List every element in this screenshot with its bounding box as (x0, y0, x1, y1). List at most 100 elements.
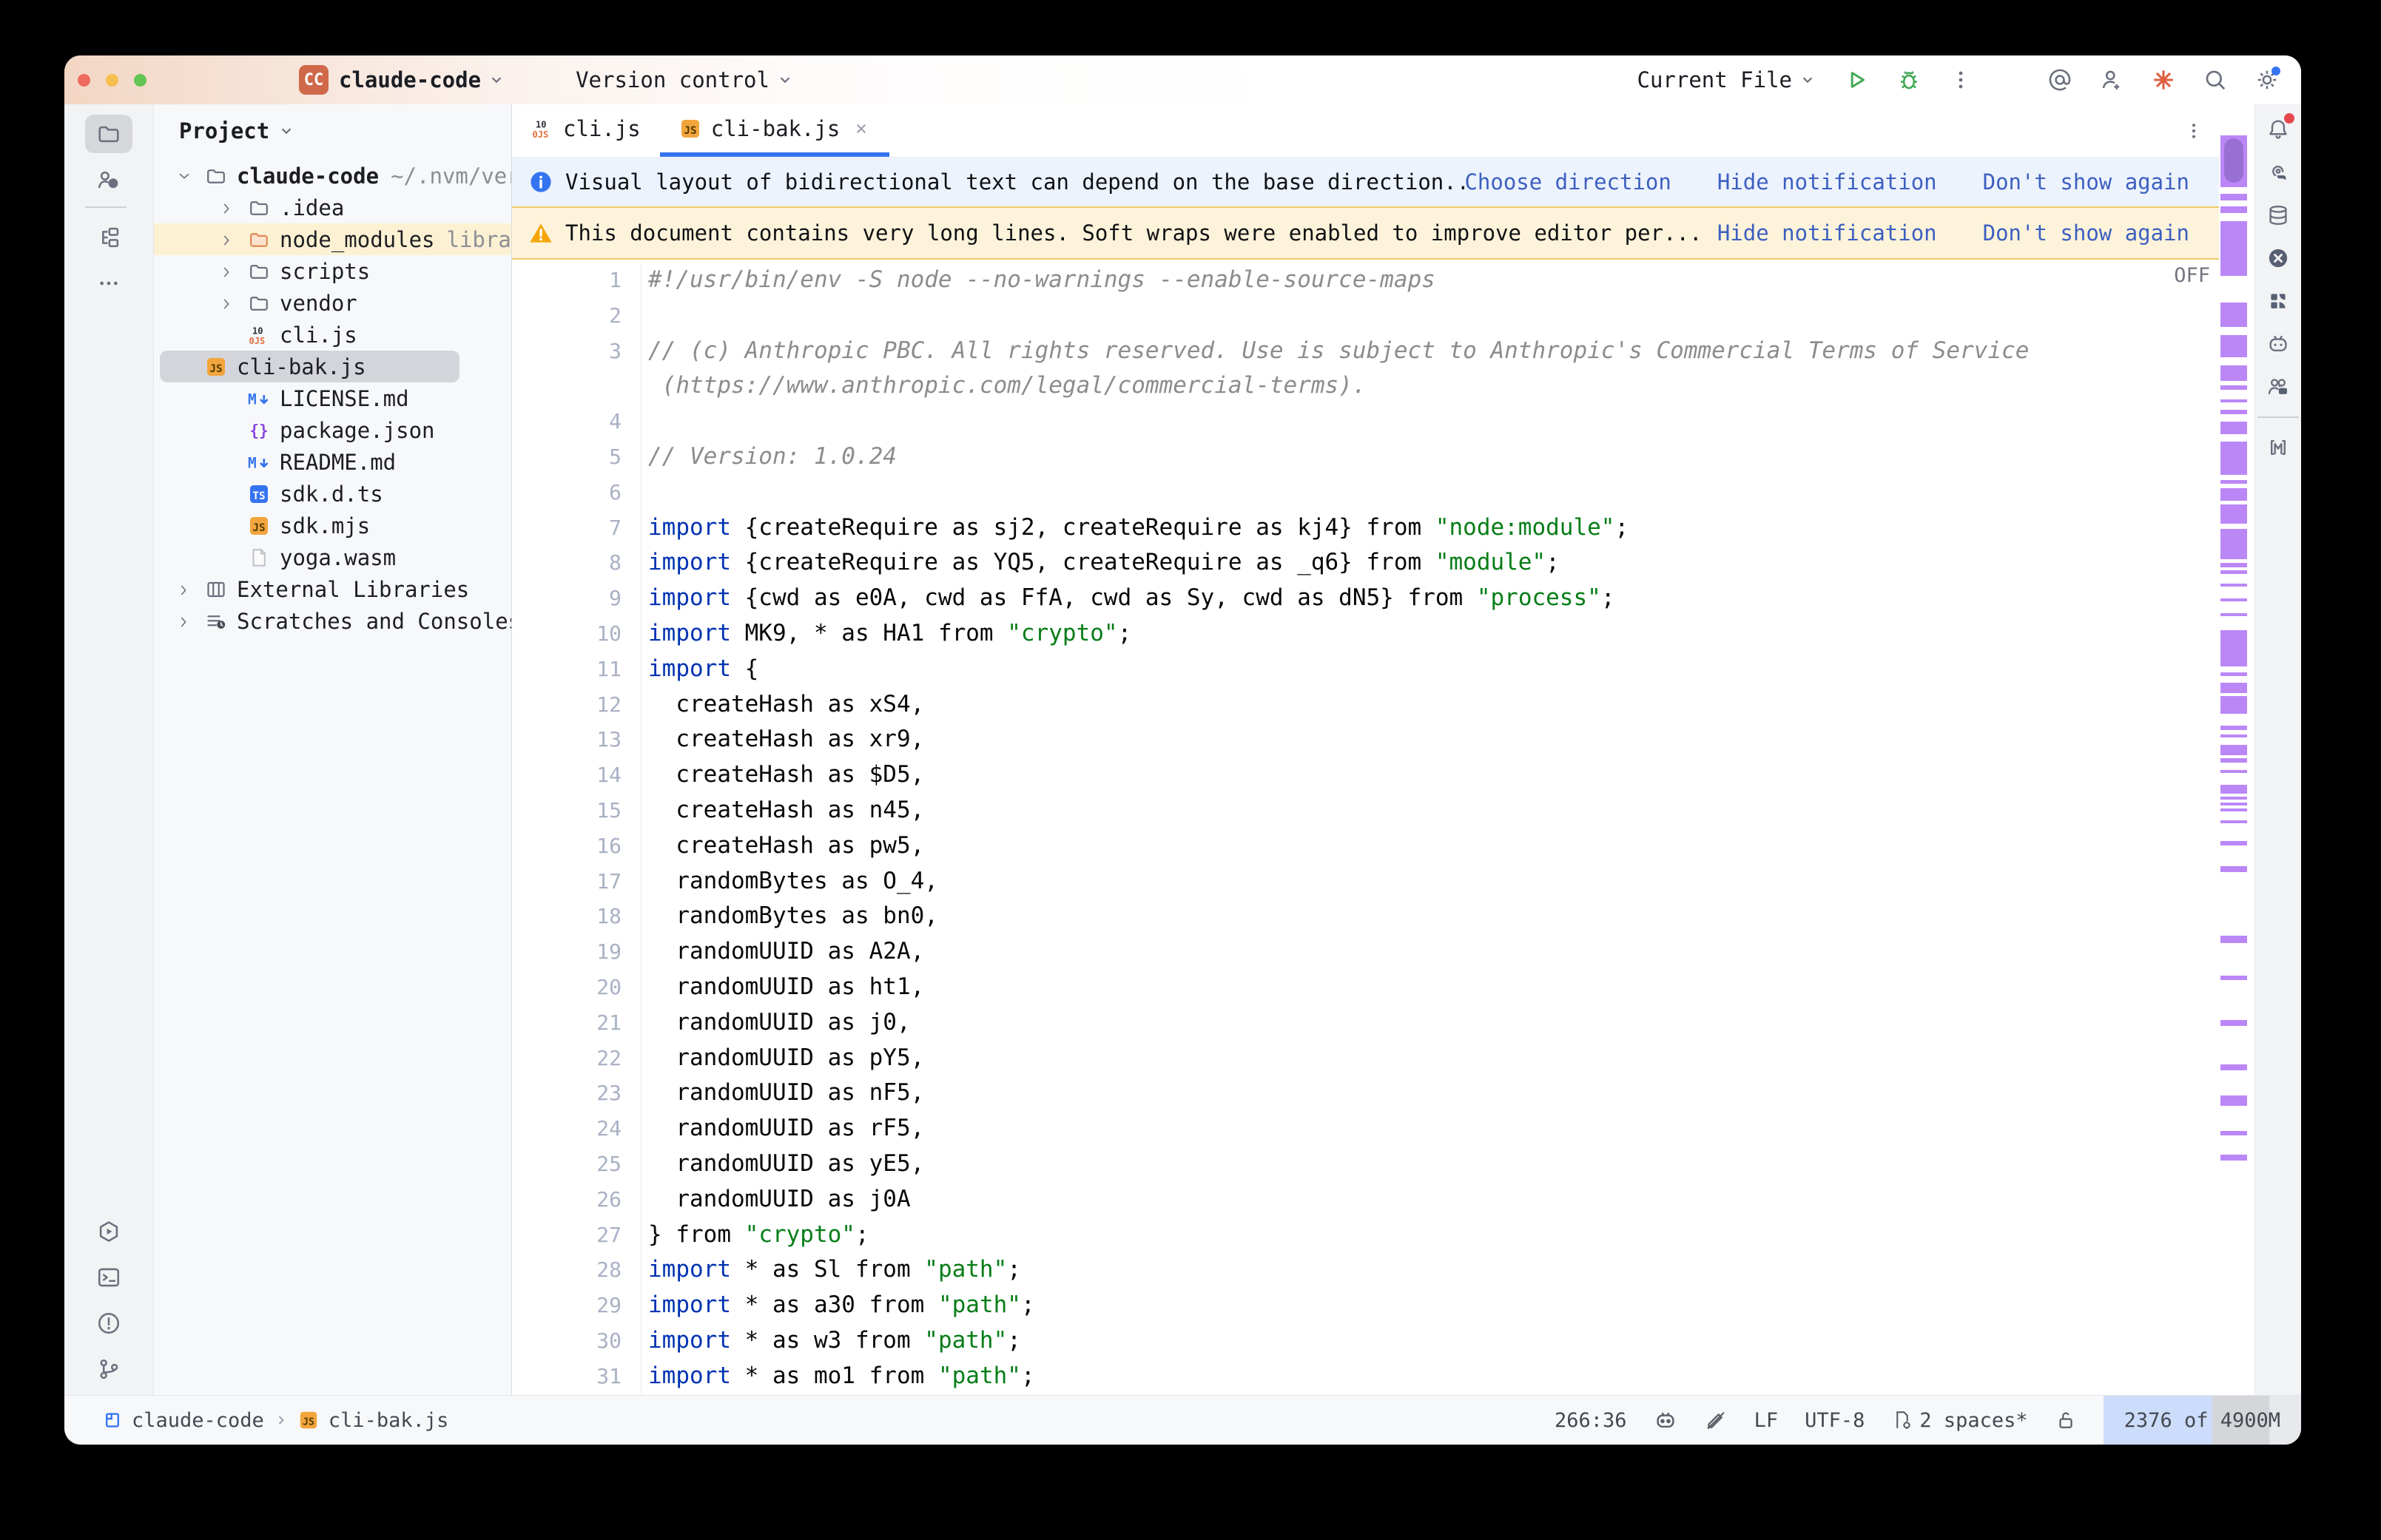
code-line[interactable]: 30import * as w3 from "path"; (512, 1323, 2219, 1359)
code-line[interactable]: 21 randomUUID as j0, (512, 1005, 2219, 1041)
code-line[interactable]: 15 createHash as n45, (512, 793, 2219, 828)
code-line[interactable]: 18 randomBytes as bn0, (512, 899, 2219, 934)
project-folder-button[interactable] (85, 115, 132, 153)
people-help-button[interactable]: ? (85, 161, 132, 199)
code-line[interactable]: 14 createHash as $D5, (512, 757, 2219, 793)
tree-item-vendor[interactable]: vendor (154, 287, 511, 319)
line-separator-widget[interactable]: LF (1754, 1409, 1779, 1432)
code-line[interactable]: 2 (512, 298, 2219, 334)
breadcrumb-file[interactable]: cli-bak.js (329, 1409, 449, 1432)
run-configuration-selector[interactable]: Current File (1637, 67, 1816, 92)
tree-item-package-json[interactable]: {}package.json (154, 414, 511, 446)
caret-position-widget[interactable]: 266:36 (1555, 1409, 1627, 1432)
code-line[interactable]: 20 randomUUID as ht1, (512, 970, 2219, 1005)
dont-show-again-link[interactable]: Don't show again (1983, 220, 2189, 246)
code-with-me-button[interactable] (2262, 374, 2294, 400)
ai-assistant-button[interactable] (2262, 159, 2294, 186)
tree-item-yoga-wasm[interactable]: yoga.wasm (154, 541, 511, 573)
indent-widget[interactable]: 2 spaces* (1891, 1409, 2027, 1432)
code-line[interactable]: 9import {cwd as e0A, cwd as FfA, cwd as … (512, 581, 2219, 616)
project-menu[interactable]: claude-code (339, 67, 505, 92)
tree-item--idea[interactable]: .idea (154, 192, 511, 223)
problems-button[interactable] (85, 1304, 132, 1343)
tree-item-scratches-and-consoles[interactable]: Scratches and Consoles (154, 605, 511, 637)
notifications-bell-button[interactable] (2262, 116, 2294, 143)
m-letter-button[interactable] (2262, 434, 2294, 461)
tree-item-license-md[interactable]: MLICENSE.md (154, 382, 511, 414)
code-line[interactable]: 16 createHash as pw5, (512, 828, 2219, 864)
tab-options-icon[interactable] (2183, 121, 2204, 141)
code-line[interactable]: 24 randomUUID as rF5, (512, 1111, 2219, 1146)
close-window-button[interactable] (78, 74, 90, 87)
code-editor[interactable]: 1#!/usr/bin/env -S node --no-warnings --… (512, 260, 2219, 1396)
choose-direction-link[interactable]: Choose direction (1464, 169, 1671, 195)
breadcrumb-project[interactable]: claude-code (132, 1409, 264, 1432)
tree-item-cli-bak-js[interactable]: JScli-bak.js (160, 351, 459, 382)
vcs-menu[interactable]: Version control (576, 67, 793, 92)
code-line[interactable]: 10import MK9, * as HA1 from "crypto"; (512, 616, 2219, 652)
more-actions-icon[interactable] (1946, 65, 1976, 95)
structure-button[interactable] (85, 218, 132, 257)
code-line[interactable]: 5// Version: 1.0.24 (512, 439, 2219, 475)
code-line[interactable]: 26 randomUUID as j0A (512, 1182, 2219, 1218)
mentions-icon[interactable] (2045, 65, 2075, 95)
run-button[interactable] (85, 1212, 132, 1251)
code-line[interactable]: 13 createHash as xr9, (512, 722, 2219, 757)
code-line[interactable]: 27} from "crypto"; (512, 1218, 2219, 1253)
plugin-puzzle-button[interactable] (2262, 288, 2294, 314)
add-user-icon[interactable] (2097, 65, 2126, 95)
close-tab-icon[interactable] (852, 120, 870, 138)
code-line[interactable]: 8import {createRequire as YQ5, createReq… (512, 545, 2219, 581)
copilot-status-icon[interactable] (1654, 1408, 1677, 1432)
memory-indicator[interactable]: 2376 of 4900M (2104, 1396, 2301, 1445)
code-line[interactable]: 11import { (512, 652, 2219, 687)
code-line[interactable]: (https://www.anthropic.com/legal/commerc… (512, 368, 2219, 404)
debug-button[interactable] (1894, 65, 1924, 95)
more-button[interactable] (85, 264, 132, 303)
code-line[interactable]: 12 createHash as xS4, (512, 687, 2219, 723)
scrollbar-thumb[interactable] (2224, 138, 2243, 183)
unlock-icon[interactable] (2055, 1409, 2077, 1431)
code-line[interactable]: 4 (512, 404, 2219, 439)
tab-cli-js[interactable]: 100JS cli.js (512, 104, 660, 157)
terminal-button[interactable] (85, 1258, 132, 1297)
hide-notification-link[interactable]: Hide notification (1717, 169, 1937, 195)
code-line[interactable]: 6 (512, 475, 2219, 510)
tree-item-readme-md[interactable]: MREADME.md (154, 446, 511, 478)
code-line[interactable]: 23 randomUUID as nF5, (512, 1075, 2219, 1111)
git-branch-button[interactable] (85, 1350, 132, 1388)
database-button[interactable] (2262, 202, 2294, 229)
project-panel-header[interactable]: Project (154, 104, 511, 157)
code-line[interactable]: 1#!/usr/bin/env -S node --no-warnings --… (512, 263, 2219, 298)
minimize-window-button[interactable] (106, 74, 118, 87)
dont-show-again-link[interactable]: Don't show again (1983, 169, 2189, 195)
code-line[interactable]: 31import * as mo1 from "path"; (512, 1359, 2219, 1394)
editor-scrollbar[interactable] (2219, 104, 2254, 1396)
tree-item-sdk-d-ts[interactable]: TSsdk.d.ts (154, 478, 511, 510)
tree-item-scripts[interactable]: scripts (154, 255, 511, 287)
tree-item-external-libraries[interactable]: External Libraries (154, 573, 511, 605)
settings-gear-icon[interactable] (2252, 65, 2282, 95)
zoom-window-button[interactable] (134, 74, 147, 87)
tab-cli-bak-js[interactable]: JS cli-bak.js (660, 104, 890, 157)
hide-notification-link[interactable]: Hide notification (1717, 220, 1937, 246)
close-circle-button[interactable] (2262, 245, 2294, 271)
code-line[interactable]: 19 randomUUID as A2A, (512, 934, 2219, 970)
ai-spark-icon[interactable] (2149, 65, 2178, 95)
code-line[interactable]: 28import * as Sl from "path"; (512, 1252, 2219, 1288)
tree-item-node-modules[interactable]: node_moduleslibrary (154, 223, 511, 255)
code-line[interactable]: 17 randomBytes as O_4, (512, 864, 2219, 899)
encoding-widget[interactable]: UTF-8 (1805, 1409, 1865, 1432)
run-button[interactable] (1842, 65, 1872, 95)
readonly-toggle-icon[interactable] (1704, 1408, 1728, 1432)
code-line[interactable]: 22 randomUUID as pY5, (512, 1041, 2219, 1076)
search-icon[interactable] (2200, 65, 2230, 95)
code-line[interactable]: 3// (c) Anthropic PBC. All rights reserv… (512, 334, 2219, 369)
tree-item-claude-code[interactable]: claude-code~/.nvm/vers (154, 160, 511, 192)
robot-button[interactable] (2262, 331, 2294, 357)
code-line[interactable]: 25 randomUUID as yE5, (512, 1146, 2219, 1182)
tree-item-cli-js[interactable]: 100JScli.js (154, 319, 511, 351)
code-line[interactable]: 7import {createRequire as sj2, createReq… (512, 510, 2219, 546)
highlighting-level-widget[interactable]: OFF (2174, 264, 2210, 287)
code-line[interactable]: 29import * as a30 from "path"; (512, 1288, 2219, 1323)
